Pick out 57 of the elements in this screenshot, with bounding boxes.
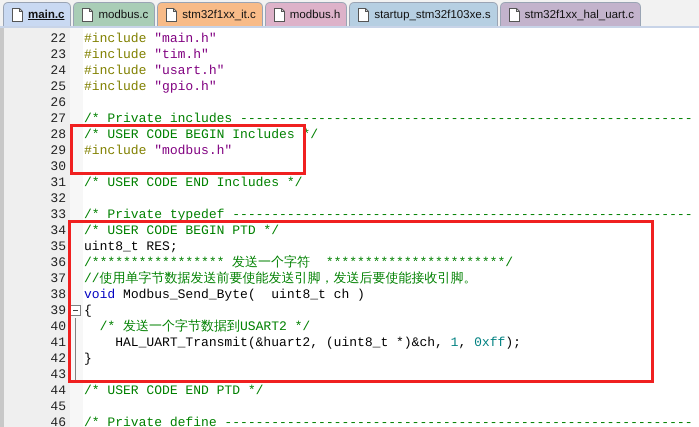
line-number: 32 — [49, 190, 66, 206]
line-number: 22 — [49, 30, 66, 46]
file-icon — [82, 8, 94, 22]
code-line: } — [84, 350, 92, 366]
line-number: 38 — [49, 286, 66, 302]
code-line: #include "tim.h" — [84, 46, 209, 62]
code-line: #include "main.h" — [84, 30, 217, 46]
code-line: /***************** 发送一个字符 ***********************/ — [84, 254, 514, 271]
code-line: /* USER CODE END PTD */ — [84, 382, 264, 398]
line-number: 28 — [49, 126, 66, 142]
file-tab[interactable]: modbus.c — [73, 2, 156, 26]
code-line: /* Private typedef ----------------------------------------------------------- — [84, 206, 692, 222]
code-line: //使用单字节数据发送前要使能发送引脚，发送后要使能接收引脚。 — [84, 270, 477, 287]
line-number: 25 — [49, 78, 66, 94]
file-icon — [358, 8, 370, 22]
file-icon — [166, 8, 178, 22]
line-number: 23 — [49, 46, 66, 62]
line-number: 33 — [49, 206, 66, 222]
code-line: /* USER CODE BEGIN PTD */ — [84, 222, 280, 238]
code-line: uint8_t RES; — [84, 238, 178, 254]
file-tab[interactable]: main.c — [3, 2, 72, 26]
file-tab[interactable]: startup_stm32f103xe.s — [349, 2, 498, 26]
code-line: /* USER CODE END Includes */ — [84, 174, 302, 190]
code-line: #include "usart.h" — [84, 62, 224, 78]
line-number: 45 — [49, 398, 66, 414]
code-line: { — [84, 302, 92, 318]
line-number: 29 — [49, 142, 66, 158]
line-number: 37 — [49, 270, 66, 286]
file-tab[interactable]: stm32f1xx_hal_uart.c — [500, 2, 641, 26]
line-number: 30 — [49, 158, 66, 174]
code-line: #include "modbus.h" — [84, 142, 232, 158]
code-line: /* Private includes ---------------------------------------------------------- — [84, 110, 692, 126]
file-tab[interactable]: modbus.h — [264, 2, 348, 26]
file-icon — [274, 8, 285, 22]
line-number: 31 — [49, 174, 66, 190]
line-number: 44 — [49, 382, 66, 398]
file-icon — [508, 8, 520, 22]
line-number: 41 — [49, 334, 66, 350]
line-number: 40 — [49, 318, 66, 334]
code-line: #include "gpio.h" — [84, 78, 217, 94]
file-icon — [12, 8, 23, 22]
line-number: 43 — [49, 366, 66, 382]
line-number: 34 — [49, 222, 66, 238]
line-number: 26 — [49, 94, 66, 110]
fold-collapse-icon[interactable] — [70, 305, 81, 316]
code-line: void Modbus_Send_Byte( uint8_t ch ) — [84, 286, 365, 302]
line-number: 27 — [49, 110, 66, 126]
code-line: HAL_UART_Transmit(&huart2, (uint8_t *)&ch, 1, 0xff); — [114, 334, 521, 350]
line-number: 42 — [49, 350, 66, 366]
line-number: 35 — [49, 238, 66, 254]
code-line: /* 发送一个字节数据到USART2 */ — [98, 318, 310, 335]
code-line: /* Private define ------------------------------------------------------------ — [84, 414, 692, 427]
line-number: 24 — [49, 62, 66, 78]
line-number: 39 — [49, 302, 66, 318]
line-number: 36 — [49, 254, 66, 270]
line-number: 46 — [49, 414, 66, 427]
file-tab[interactable]: stm32f1xx_it.c — [157, 2, 263, 26]
